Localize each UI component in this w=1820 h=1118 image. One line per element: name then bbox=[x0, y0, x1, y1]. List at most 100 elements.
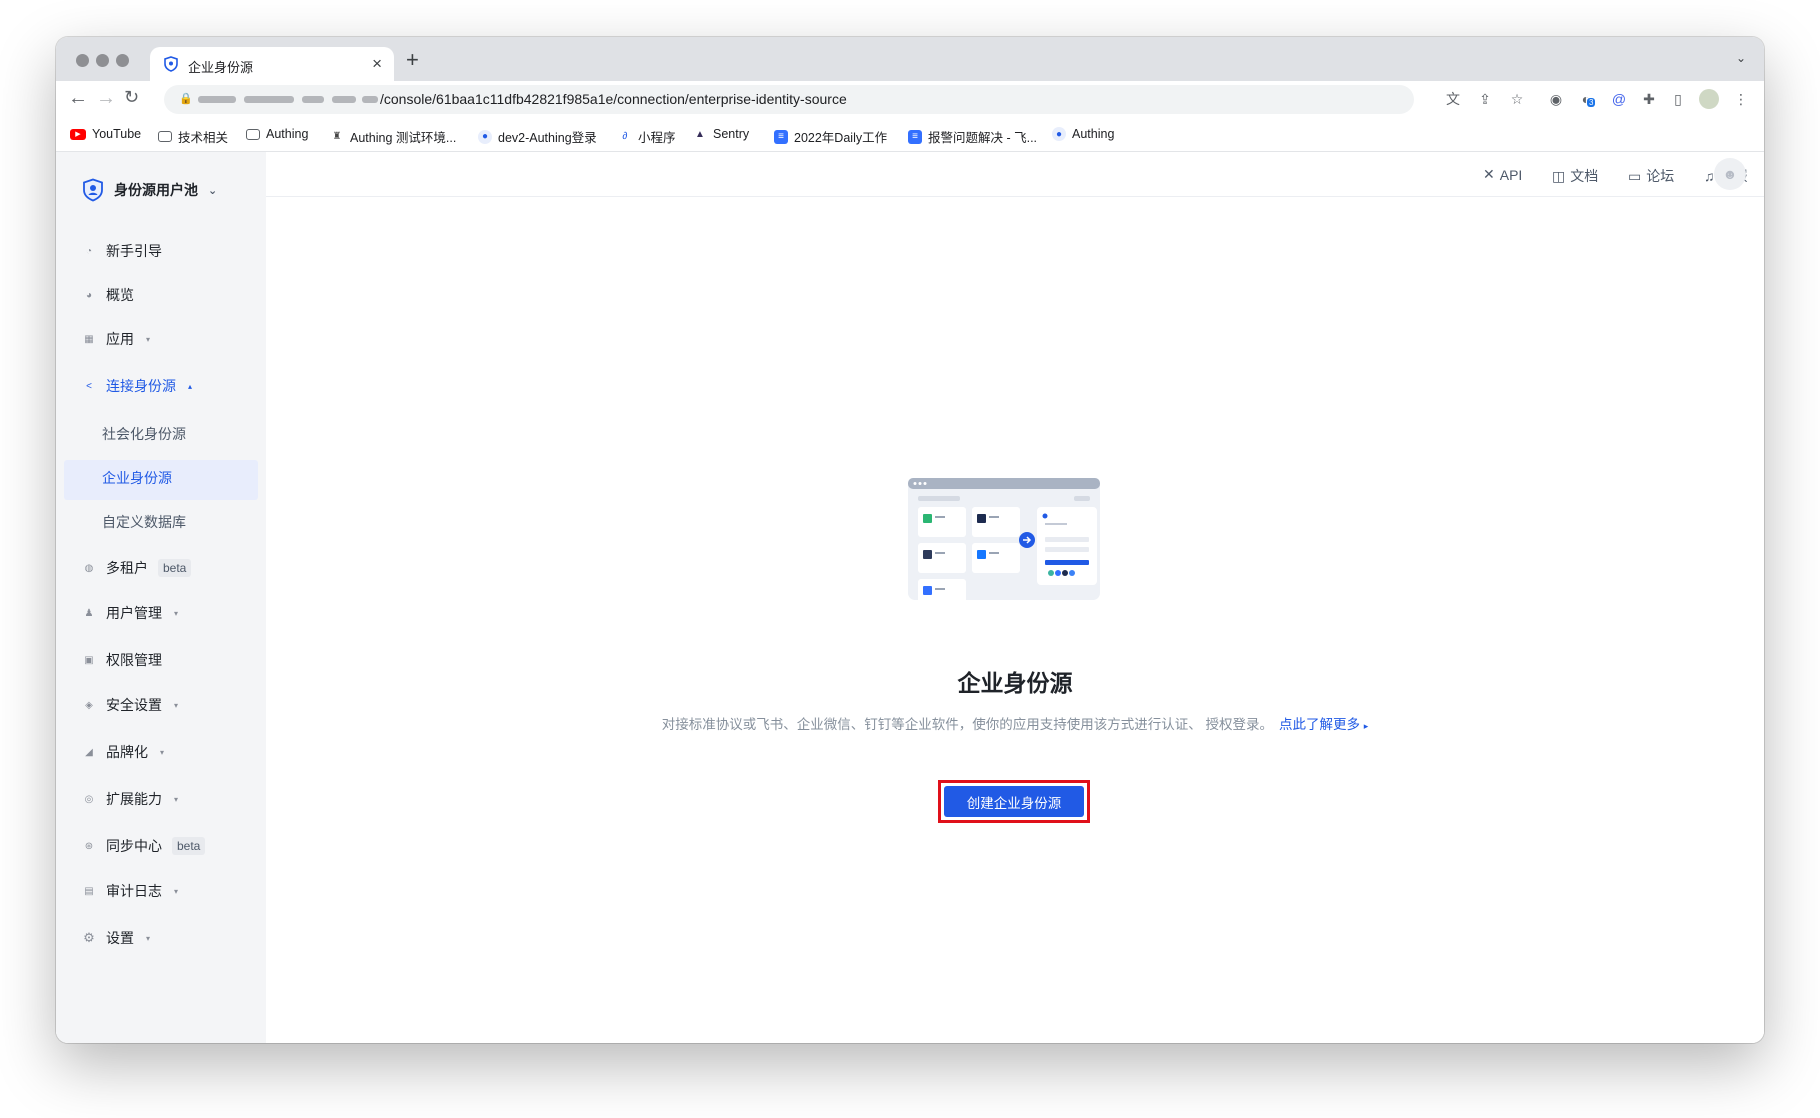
bookmark-authing[interactable]: ● Authing bbox=[1052, 127, 1114, 141]
user-pool-switcher[interactable]: 身份源用户池 ⌄ bbox=[82, 178, 217, 202]
youtube-icon: ▶ bbox=[70, 128, 86, 140]
sidebar-subitem-social[interactable]: 社会化身份源 bbox=[102, 424, 186, 444]
bookmark-alert-fix[interactable]: ≡ 报警问题解决 - 飞... bbox=[908, 127, 1037, 146]
folder-icon bbox=[158, 131, 172, 142]
forum-link[interactable]: ▭ 论坛 bbox=[1628, 166, 1674, 186]
apps-icon: ▦ bbox=[84, 333, 94, 345]
sidebar-item-overview[interactable]: ◕ 概览 bbox=[82, 285, 134, 305]
side-panel-icon[interactable]: ▯ bbox=[1670, 91, 1686, 107]
sentry-icon: ▲ bbox=[695, 128, 705, 140]
new-tab-button[interactable]: + bbox=[406, 47, 419, 73]
back-icon[interactable]: ← bbox=[68, 87, 88, 110]
sidebar-item-extensions[interactable]: ◎ 扩展能力 ▾ bbox=[82, 789, 178, 809]
forum-icon: ▭ bbox=[1628, 167, 1642, 184]
sidebar-item-audit[interactable]: ▤ 审计日志 ▾ bbox=[82, 881, 178, 901]
redacted-host bbox=[244, 96, 294, 103]
extensions-puzzle-icon[interactable]: ✚ bbox=[1641, 91, 1657, 107]
browser-tab-active[interactable]: 企业身份源 × bbox=[150, 47, 394, 81]
chevron-down-icon: ▾ bbox=[174, 608, 179, 618]
user-pool-shield-icon bbox=[83, 178, 103, 202]
caret-right-icon: ▸ bbox=[1363, 721, 1369, 731]
bookmark-authing-test[interactable]: ♜ Authing 测试环境... bbox=[330, 127, 457, 146]
doc-icon: ≡ bbox=[774, 129, 788, 144]
learn-more-link[interactable]: 点此了解更多 ▸ bbox=[1279, 717, 1368, 732]
console-app: 身份源用户池 ⌄ ◔ 新手引导 ◕ 概览 ▦ 应用 ▾ < 连接身份源 ▴ 社会… bbox=[56, 152, 1764, 1043]
authing-favicon-icon: ● bbox=[478, 129, 492, 144]
browser-menu-icon[interactable]: ⋮ bbox=[1733, 91, 1749, 107]
redacted-host bbox=[332, 96, 356, 103]
extension-at-icon[interactable]: @ bbox=[1611, 91, 1627, 107]
chevron-down-icon: ▾ bbox=[174, 886, 179, 896]
authing-favicon-icon: ● bbox=[1052, 127, 1066, 141]
top-bar: ✕ API ◫ 文档 ▭ 论坛 ♫ 客服 ☻ bbox=[266, 152, 1764, 197]
sidebar-item-users[interactable]: ♟ 用户管理 ▾ bbox=[82, 603, 179, 623]
api-link[interactable]: ✕ API bbox=[1483, 166, 1522, 183]
bookmark-star-icon[interactable]: ☆ bbox=[1509, 91, 1525, 107]
tab-search-icon[interactable]: ⌄ bbox=[1736, 51, 1746, 65]
tab-close-icon[interactable]: × bbox=[372, 54, 382, 74]
sidebar-item-apps[interactable]: ▦ 应用 ▾ bbox=[82, 329, 150, 349]
zoom-window-button[interactable] bbox=[116, 54, 129, 67]
sidebar-item-connections[interactable]: < 连接身份源 ▴ bbox=[82, 376, 192, 396]
address-bar[interactable]: 🔒 /console/61baa1c11dfb42821f985a1e/conn… bbox=[164, 85, 1414, 114]
link-icon: ∂ bbox=[622, 131, 628, 142]
doc-icon: ≡ bbox=[908, 129, 922, 144]
headset-icon: ♫ bbox=[1704, 168, 1715, 184]
redacted-host bbox=[198, 96, 236, 103]
profile-avatar[interactable] bbox=[1699, 89, 1719, 109]
url-text: /console/61baa1c11dfb42821f985a1e/connec… bbox=[380, 91, 847, 107]
close-window-button[interactable] bbox=[76, 54, 89, 67]
sidebar-item-security[interactable]: ◈ 安全设置 ▾ bbox=[82, 695, 178, 715]
users-icon: ♟ bbox=[84, 607, 94, 619]
share-icon[interactable]: ⇪ bbox=[1477, 91, 1493, 107]
sidebar-subitem-custom-db[interactable]: 自定义数据库 bbox=[102, 512, 186, 532]
sync-icon: ⊛ bbox=[84, 840, 94, 852]
audit-icon: ▤ bbox=[84, 885, 94, 897]
sidebar-item-permissions[interactable]: ▣ 权限管理 bbox=[82, 650, 162, 670]
bookmark-youtube[interactable]: ▶ YouTube bbox=[70, 127, 141, 141]
brush-icon: ◢ bbox=[85, 746, 93, 758]
bookmark-daily-work[interactable]: ≡ 2022年Daily工作 bbox=[774, 127, 887, 146]
extension-badge-count: 3 bbox=[1587, 98, 1596, 107]
chevron-down-icon: ▾ bbox=[174, 794, 179, 804]
book-icon: ◫ bbox=[1552, 167, 1566, 184]
bookmark-sentry[interactable]: ▲ Sentry bbox=[693, 127, 749, 141]
page-title: 企业身份源 bbox=[957, 670, 1073, 696]
create-enterprise-identity-source-button[interactable]: 创建企业身份源 bbox=[944, 786, 1084, 817]
sidebar: 身份源用户池 ⌄ ◔ 新手引导 ◕ 概览 ▦ 应用 ▾ < 连接身份源 ▴ 社会… bbox=[56, 152, 266, 1043]
bookmark-dev2-authing[interactable]: ● dev2-Authing登录 bbox=[478, 127, 597, 146]
authing-logo-icon: ♜ bbox=[332, 131, 342, 142]
forward-icon[interactable]: → bbox=[96, 87, 116, 110]
sidebar-item-tenant[interactable]: ◍ 多租户 beta bbox=[82, 558, 192, 578]
extension-badge-icon[interactable]: ◐ 3 bbox=[1578, 91, 1596, 107]
minimize-window-button[interactable] bbox=[96, 54, 109, 67]
description-text: 对接标准协议或飞书、企业微信、钉钉等企业软件，使你的应用支持使用该方式进行认证、… bbox=[661, 717, 1273, 732]
bookmark-miniprogram[interactable]: ∂ 小程序 bbox=[618, 127, 676, 146]
sidebar-item-guide[interactable]: ◔ 新手引导 bbox=[82, 241, 162, 261]
chevron-down-icon: ▾ bbox=[146, 334, 151, 344]
extension-globe-icon[interactable]: ◉ bbox=[1548, 91, 1564, 107]
bookmark-folder-tech[interactable]: 技术相关 bbox=[158, 127, 228, 146]
extension-icon: ◎ bbox=[84, 793, 94, 805]
sidebar-item-settings[interactable]: ⚙ 设置 ▾ bbox=[82, 928, 150, 948]
user-avatar[interactable]: ☻ bbox=[1714, 158, 1746, 190]
redacted-host bbox=[302, 96, 324, 103]
page-description: 对接标准协议或飞书、企业微信、钉钉等企业软件，使你的应用支持使用该方式进行认证、… bbox=[266, 713, 1764, 733]
tab-title: 企业身份源 bbox=[188, 60, 254, 75]
chevron-down-icon: ▾ bbox=[160, 747, 165, 757]
translate-icon[interactable]: 文 bbox=[1445, 91, 1461, 107]
sidebar-item-sync[interactable]: ⊛ 同步中心 beta bbox=[82, 836, 206, 856]
bookmark-folder-authing[interactable]: Authing bbox=[246, 127, 308, 141]
lock-icon: 🔒 bbox=[179, 93, 193, 105]
browser-window: 企业身份源 × + ⌄ ← → ↻ 🔒 /console/61baa1c11df… bbox=[56, 37, 1764, 1043]
docs-link[interactable]: ◫ 文档 bbox=[1552, 166, 1598, 186]
connection-icon: < bbox=[86, 380, 92, 392]
sidebar-item-branding[interactable]: ◢ 品牌化 ▾ bbox=[82, 742, 164, 762]
tab-strip: 企业身份源 × + ⌄ bbox=[56, 37, 1764, 81]
settings-icon: ⚙ bbox=[83, 930, 95, 945]
pie-chart-icon: ◕ bbox=[85, 289, 93, 301]
sidebar-subitem-enterprise[interactable]: 企业身份源 bbox=[102, 468, 172, 488]
highlight-box: 创建企业身份源 bbox=[938, 780, 1090, 823]
reload-icon[interactable]: ↻ bbox=[124, 87, 139, 108]
chevron-up-icon: ▴ bbox=[188, 381, 193, 391]
